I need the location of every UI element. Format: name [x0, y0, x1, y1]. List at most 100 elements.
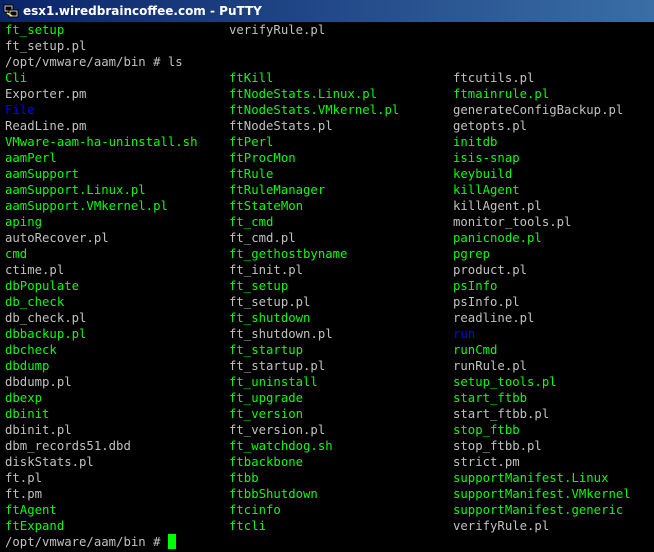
file-entry: ft_init.pl [229, 263, 304, 277]
listing-row: dbdump.pl ft_uninstall setup_tools.pl [0, 374, 654, 390]
file-entry: Cli [5, 71, 28, 85]
file-entry: ftcinfo [229, 503, 281, 517]
file-entry: psInfo [453, 279, 498, 293]
listing-row: aamSupport ftRule keybuild [0, 166, 654, 182]
file-entry: ft_setup [5, 23, 65, 37]
listing-row: ftExpand ftcli verifyRule.pl [0, 518, 654, 534]
listing-row: Exporter.pm ftNodeStats.Linux.pl ftmainrul… [0, 86, 654, 102]
terminal-screen[interactable]: ft_setup verifyRule.pl ft_setup.pl /opt/vm… [0, 22, 654, 552]
file-entry: verifyRule.pl [229, 23, 326, 37]
terminal-scrollback: ft_setup verifyRule.pl ft_setup.pl [0, 22, 654, 54]
file-entry: start_ftbb [453, 391, 528, 405]
terminal-input-line[interactable]: /opt/vmware/aam/bin # [0, 534, 654, 550]
file-entry: ft_upgrade [229, 391, 304, 405]
file-entry: monitor_tools.pl [453, 215, 572, 229]
file-entry: initdb [453, 135, 498, 149]
listing-row: autoRecover.pl ft_cmd.pl panicnode.pl [0, 230, 654, 246]
file-entry: dbinit [5, 407, 50, 421]
window-title: esx1.wiredbraincoffee.com - PuTTY [23, 4, 262, 18]
terminal-line: ft_setup verifyRule.pl [0, 22, 654, 38]
terminal-command-line: /opt/vmware/aam/bin # ls [0, 54, 654, 70]
file-entry: ftRuleManager [229, 183, 326, 197]
shell-prompt: /opt/vmware/aam/bin # [5, 55, 168, 69]
file-entry: run [453, 327, 476, 341]
file-entry: panicnode.pl [453, 231, 542, 245]
file-entry: ft.pl [5, 471, 43, 485]
file-entry: ft_shutdown [229, 311, 311, 325]
listing-row: dbinit ft_version start_ftbb.pl [0, 406, 654, 422]
file-entry: ft.pm [5, 487, 43, 501]
file-entry: ft_startup.pl [229, 359, 326, 373]
file-entry: dbbackup.pl [5, 327, 87, 341]
listing-row: dbexp ft_upgrade start_ftbb [0, 390, 654, 406]
listing-row: dbdump ft_startup.pl runRule.pl [0, 358, 654, 374]
file-entry: dbexp [5, 391, 43, 405]
file-entry: ftNodeStats.pl [229, 119, 333, 133]
listing-row: aamSupport.Linux.pl ftRuleManager killAgen… [0, 182, 654, 198]
file-entry: keybuild [453, 167, 513, 181]
listing-row: dbPopulate ft_setup psInfo [0, 278, 654, 294]
file-entry: ft_watchdog.sh [229, 439, 333, 453]
listing-row: diskStats.pl ftbackbone strict.pm [0, 454, 654, 470]
listing-row: VMware-aam-ha-uninstall.sh ftPerl initdb [0, 134, 654, 150]
file-entry: aamPerl [5, 151, 57, 165]
file-entry: setup_tools.pl [453, 375, 557, 389]
listing-row: ft.pl ftbb supportManifest.Linux [0, 470, 654, 486]
file-entry: product.pl [453, 263, 528, 277]
file-entry: ft_startup [229, 343, 304, 357]
listing-row: File ftNodeStats.VMkernel.pl generateConfi… [0, 102, 654, 118]
window-titlebar[interactable]: esx1.wiredbraincoffee.com - PuTTY [0, 0, 654, 22]
file-entry: killAgent.pl [453, 199, 542, 213]
listing-row: Cli ftKill ftcutils.pl [0, 70, 654, 86]
file-entry: ft_cmd [229, 215, 274, 229]
file-entry: Exporter.pm [5, 87, 87, 101]
file-entry: ft_version.pl [229, 423, 326, 437]
file-entry: ft_uninstall [229, 375, 318, 389]
file-entry: pgrep [453, 247, 491, 261]
file-entry: ft_setup.pl [229, 295, 311, 309]
file-entry: ftAgent [5, 503, 57, 517]
file-entry: db_check.pl [5, 311, 87, 325]
file-entry: ft_version [229, 407, 304, 421]
file-entry: db_check [5, 295, 65, 309]
listing-row: dbm_records51.dbd ft_watchdog.sh stop_ftbb… [0, 438, 654, 454]
file-entry: start_ftbb.pl [453, 407, 550, 421]
putty-icon [3, 3, 19, 19]
listing-row: dbcheck ft_startup runCmd [0, 342, 654, 358]
listing-row: aamPerl ftProcMon isis-snap [0, 150, 654, 166]
file-entry: ft_cmd.pl [229, 231, 296, 245]
file-entry: ftPerl [229, 135, 274, 149]
shell-prompt-final: /opt/vmware/aam/bin # [5, 535, 168, 549]
listing-row: dbbackup.pl ft_shutdown.pl run [0, 326, 654, 342]
file-entry: ft_gethostbyname [229, 247, 348, 261]
file-entry: ft_shutdown.pl [229, 327, 333, 341]
file-entry: isis-snap [453, 151, 520, 165]
file-entry: ftcli [229, 519, 267, 533]
file-entry: ftcutils.pl [453, 71, 535, 85]
file-entry: ftbackbone [229, 455, 304, 469]
file-entry: ftExpand [5, 519, 65, 533]
file-entry: File [5, 103, 35, 117]
file-entry: ctime.pl [5, 263, 65, 277]
file-entry: ftbbShutdown [229, 487, 318, 501]
file-entry: runCmd [453, 343, 498, 357]
file-entry: ft_setup [229, 279, 289, 293]
file-entry: cmd [5, 247, 28, 261]
file-entry: runRule.pl [453, 359, 528, 373]
file-entry: dbinit.pl [5, 423, 72, 437]
file-entry: generateConfigBackup.pl [453, 103, 624, 117]
listing-row: ft.pm ftbbShutdown supportManifest.VMkerne… [0, 486, 654, 502]
file-entry: ftmainrule.pl [453, 87, 550, 101]
file-entry: ftbb [229, 471, 259, 485]
file-entry: diskStats.pl [5, 455, 94, 469]
file-entry: dbPopulate [5, 279, 80, 293]
file-entry: supportManifest.generic [453, 503, 624, 517]
file-entry: dbcheck [5, 343, 57, 357]
listing-row: db_check.pl ft_shutdown readline.pl [0, 310, 654, 326]
file-entry: dbdump [5, 359, 50, 373]
file-entry: dbm_records51.dbd [5, 439, 131, 453]
file-entry: dbdump.pl [5, 375, 72, 389]
file-entry: verifyRule.pl [453, 519, 550, 533]
listing-row: db_check ft_setup.pl psInfo.pl [0, 294, 654, 310]
listing-row: aping ft_cmd monitor_tools.pl [0, 214, 654, 230]
